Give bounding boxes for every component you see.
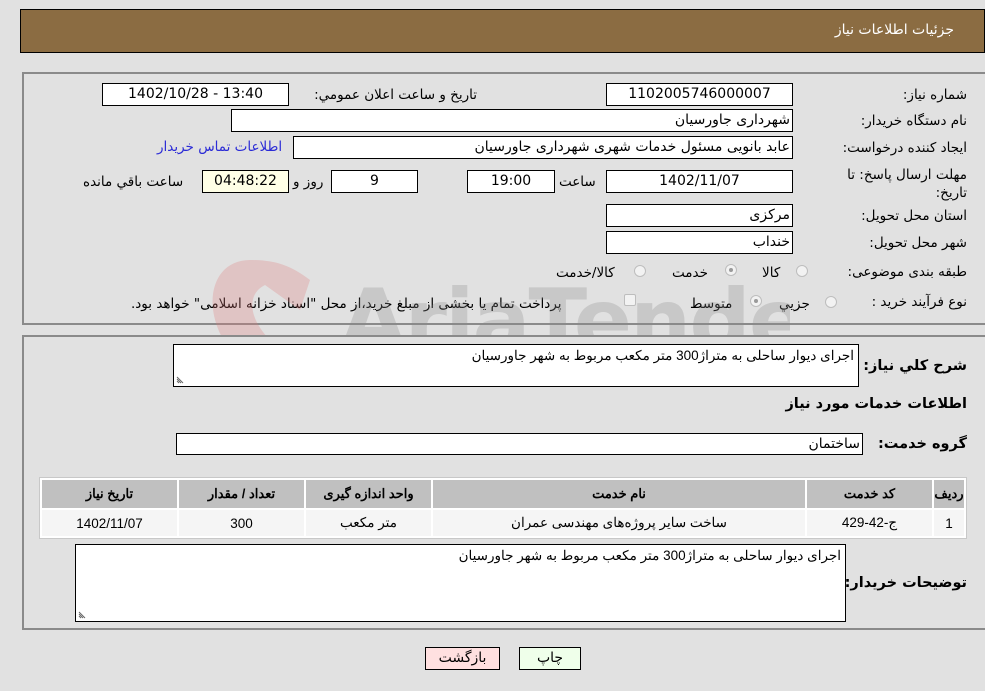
remaining-time-field: 04:48:22: [202, 170, 289, 193]
buyer-contact-link[interactable]: اطلاعات تماس خريدار: [157, 139, 282, 155]
summary-text: اجرای دیوار ساحلی به متراژ300 متر مکعب م…: [471, 348, 854, 363]
category-radio-goods[interactable]: [796, 265, 808, 277]
purchase-radio-minor[interactable]: [825, 296, 837, 308]
table-row: 1 ج-42-429 ساخت سایر پروژه‌های مهندسی عم…: [42, 510, 964, 536]
cell-service-name: ساخت سایر پروژه‌های مهندسی عمران: [433, 510, 805, 536]
remaining-label: ساعت باقي مانده: [83, 174, 184, 190]
summary-textarea[interactable]: اجرای دیوار ساحلی به متراژ300 متر مکعب م…: [173, 344, 859, 387]
buyer-org-field: شهرداری جاورسیان: [231, 109, 793, 132]
page-title: جزئیات اطلاعات نیاز: [834, 22, 954, 38]
category-radio-goods-service[interactable]: [634, 265, 646, 277]
purchase-radio-medium[interactable]: [750, 295, 762, 307]
cell-quantity: 300: [179, 510, 304, 536]
table-header-row: ردیف کد خدمت نام خدمت واحد اندازه گیری ت…: [42, 480, 964, 508]
purchase-type-label: نوع فرآیند خرید :: [871, 294, 967, 310]
back-button[interactable]: بازگشت: [425, 647, 500, 670]
deadline-label: مهلت ارسال پاسخ: تا تاریخ:: [847, 167, 967, 201]
col-service-name: نام خدمت: [433, 480, 805, 508]
cell-service-code: ج-42-429: [807, 510, 932, 536]
province-label: استان محل تحویل:: [861, 208, 967, 224]
announce-datetime-field: 1402/10/28 - 13:40: [102, 83, 289, 106]
cell-unit: متر مکعب: [306, 510, 431, 536]
services-table: ردیف کد خدمت نام خدمت واحد اندازه گیری ت…: [39, 477, 967, 539]
page-header: جزئیات اطلاعات نیاز: [20, 9, 985, 53]
resize-grip-icon[interactable]: [78, 609, 88, 619]
category-option-goods: کالا: [762, 265, 781, 281]
category-option-service: خدمت: [672, 265, 708, 281]
service-group-label: گروه خدمت:: [877, 436, 967, 452]
category-label: طبقه بندی موضوعی:: [847, 264, 967, 280]
deadline-time-label: ساعت: [559, 174, 596, 190]
need-number-label: شماره نیاز:: [902, 87, 967, 103]
cell-row-number: 1: [934, 510, 964, 536]
resize-grip-icon[interactable]: [176, 374, 186, 384]
province-field: مرکزی: [606, 204, 793, 227]
category-option-goods-service: کالا/خدمت: [556, 265, 615, 281]
service-group-field: ساختمان: [176, 433, 863, 455]
buyer-notes-text: اجرای دیوار ساحلی به متراژ300 متر مکعب م…: [458, 548, 841, 563]
cell-need-date: 1402/11/07: [42, 510, 177, 536]
city-label: شهر محل تحویل:: [869, 235, 967, 251]
col-quantity: تعداد / مقدار: [179, 480, 304, 508]
deadline-date-field: 1402/11/07: [606, 170, 793, 193]
treasury-checkbox[interactable]: [624, 294, 636, 306]
summary-label: شرح كلي نياز:: [863, 358, 967, 374]
col-unit: واحد اندازه گیری: [306, 480, 431, 508]
days-label: روز و: [293, 174, 324, 190]
buyer-notes-label: توضیحات خریدار:: [844, 575, 967, 591]
col-need-date: تاریخ نیاز: [42, 480, 177, 508]
announce-datetime-label: تاریخ و ساعت اعلان عمومي:: [314, 87, 477, 103]
print-button[interactable]: چاپ: [519, 647, 581, 670]
purchase-option-minor: جزيي: [779, 296, 810, 312]
buyer-notes-textarea[interactable]: اجرای دیوار ساحلی به متراژ300 متر مکعب م…: [75, 544, 846, 622]
col-row-number: ردیف: [934, 480, 964, 508]
purchase-option-medium: متوسط: [690, 296, 733, 312]
buyer-org-label: نام دستگاه خريدار:: [860, 113, 967, 129]
requester-field: عابد بانویی مسئول خدمات شهری شهرداری جاو…: [293, 136, 793, 159]
treasury-note: پرداخت تمام یا بخشی از مبلغ خرید،از محل …: [131, 296, 562, 312]
need-number-field: 1102005746000007: [606, 83, 793, 106]
city-field: خنداب: [606, 231, 793, 254]
col-service-code: کد خدمت: [807, 480, 932, 508]
requester-label: ایجاد کننده درخواست:: [842, 140, 967, 156]
remaining-days-field: 9: [331, 170, 418, 193]
deadline-time-field: 19:00: [467, 170, 555, 193]
services-section-title: اطلاعات خدمات مورد نیاز: [785, 396, 967, 412]
category-radio-service[interactable]: [725, 264, 737, 276]
